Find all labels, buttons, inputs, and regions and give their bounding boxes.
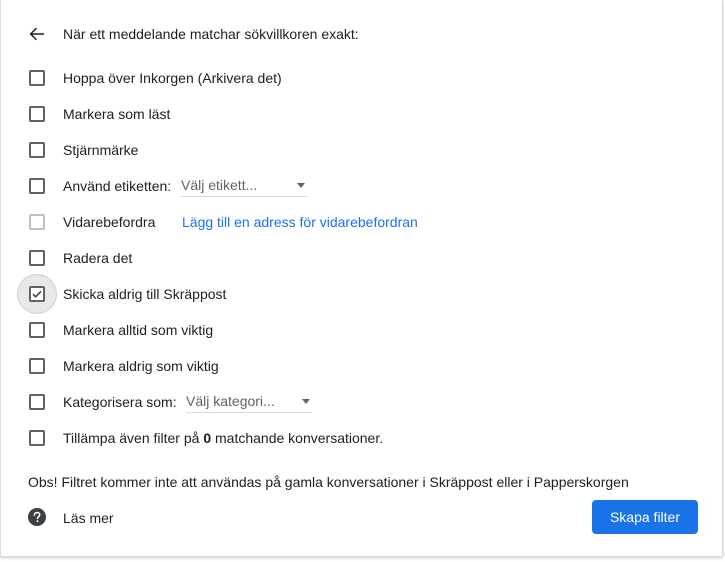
caret-down-icon — [297, 183, 305, 188]
always-important-checkbox[interactable] — [17, 310, 57, 350]
category-select-value: Välj kategori... — [186, 393, 275, 409]
edge-mark: ⋮ — [721, 70, 725, 84]
option-label: Hoppa över Inkorgen (Arkivera det) — [63, 70, 282, 86]
option-mark-as-read: Markera som läst — [1, 96, 722, 132]
option-categorize: Kategorisera som: Välj kategori... — [1, 384, 722, 420]
option-label: Markera aldrig som viktig — [63, 358, 219, 374]
forward-checkbox — [17, 202, 57, 242]
learn-more-link[interactable]: Läs mer — [63, 510, 114, 526]
option-label: Använd etiketten: — [63, 178, 172, 194]
delete-checkbox[interactable] — [17, 238, 57, 278]
option-label: Markera som läst — [63, 106, 171, 122]
checkbox-box — [29, 178, 45, 194]
caret-down-icon — [302, 399, 310, 404]
checkbox-box — [29, 250, 45, 266]
skip-inbox-checkbox[interactable] — [17, 58, 57, 98]
checkbox-box — [29, 142, 45, 158]
label-select-value: Välj etikett... — [181, 177, 258, 193]
option-star: Stjärnmärke — [1, 132, 722, 168]
create-filter-button[interactable]: Skapa filter — [592, 500, 698, 534]
checkbox-box — [29, 430, 45, 446]
label-suffix: matchande konversationer. — [211, 430, 384, 446]
spam-trash-note: Obs! Filtret kommer inte att användas på… — [28, 474, 629, 490]
option-delete: Radera det — [1, 240, 722, 276]
header-text: När ett meddelande matchar sökvillkoren … — [63, 26, 359, 42]
option-never-spam: Skicka aldrig till Skräppost — [1, 274, 722, 314]
star-checkbox[interactable] — [17, 130, 57, 170]
option-label: Markera alltid som viktig — [63, 322, 214, 338]
help-circle-icon — [28, 508, 46, 526]
filter-actions-panel: När ett meddelande matchar sökvillkoren … — [0, 0, 723, 557]
option-label: Vidarebefordra — [63, 214, 156, 230]
apply-to-existing-checkbox[interactable] — [17, 418, 57, 458]
option-apply-label: Använd etiketten: Välj etikett... — [1, 168, 722, 204]
label-select[interactable]: Välj etikett... — [181, 176, 307, 197]
add-forwarding-address-link[interactable]: Lägg till en adress för vidarebefordran — [182, 214, 418, 230]
checkbox-box — [29, 358, 45, 374]
never-important-checkbox[interactable] — [17, 346, 57, 386]
mark-as-read-checkbox[interactable] — [17, 94, 57, 134]
categorize-checkbox[interactable] — [17, 382, 57, 422]
arrow-back-icon — [29, 27, 44, 41]
option-label: Radera det — [63, 250, 133, 266]
checkbox-box — [29, 106, 45, 122]
never-spam-checkbox[interactable] — [17, 274, 57, 314]
checkmark-icon — [32, 290, 42, 298]
option-apply-to-existing: Tillämpa även filter på 0 matchande konv… — [1, 420, 722, 456]
option-skip-inbox: Hoppa över Inkorgen (Arkivera det) — [1, 60, 722, 96]
checkbox-box — [29, 286, 45, 302]
option-label: Tillämpa även filter på 0 matchande konv… — [63, 430, 383, 446]
option-never-important: Markera aldrig som viktig — [1, 348, 722, 384]
option-label: Stjärnmärke — [63, 142, 139, 158]
matching-count: 0 — [203, 430, 212, 446]
apply-label-checkbox[interactable] — [17, 166, 57, 206]
checkbox-box — [29, 214, 45, 230]
checkbox-box — [29, 322, 45, 338]
option-always-important: Markera alltid som viktig — [1, 312, 722, 348]
option-forward: Vidarebefordra Lägg till en adress för v… — [1, 204, 722, 240]
checkbox-box — [29, 394, 45, 410]
back-button[interactable] — [23, 20, 51, 48]
category-select[interactable]: Välj kategori... — [186, 392, 312, 413]
option-label: Kategorisera som: — [63, 394, 177, 410]
option-label: Skicka aldrig till Skräppost — [63, 286, 227, 302]
label-prefix: Tillämpa även filter på — [63, 430, 204, 446]
checkbox-box — [29, 70, 45, 86]
header: När ett meddelande matchar sökvillkoren … — [1, 20, 722, 48]
